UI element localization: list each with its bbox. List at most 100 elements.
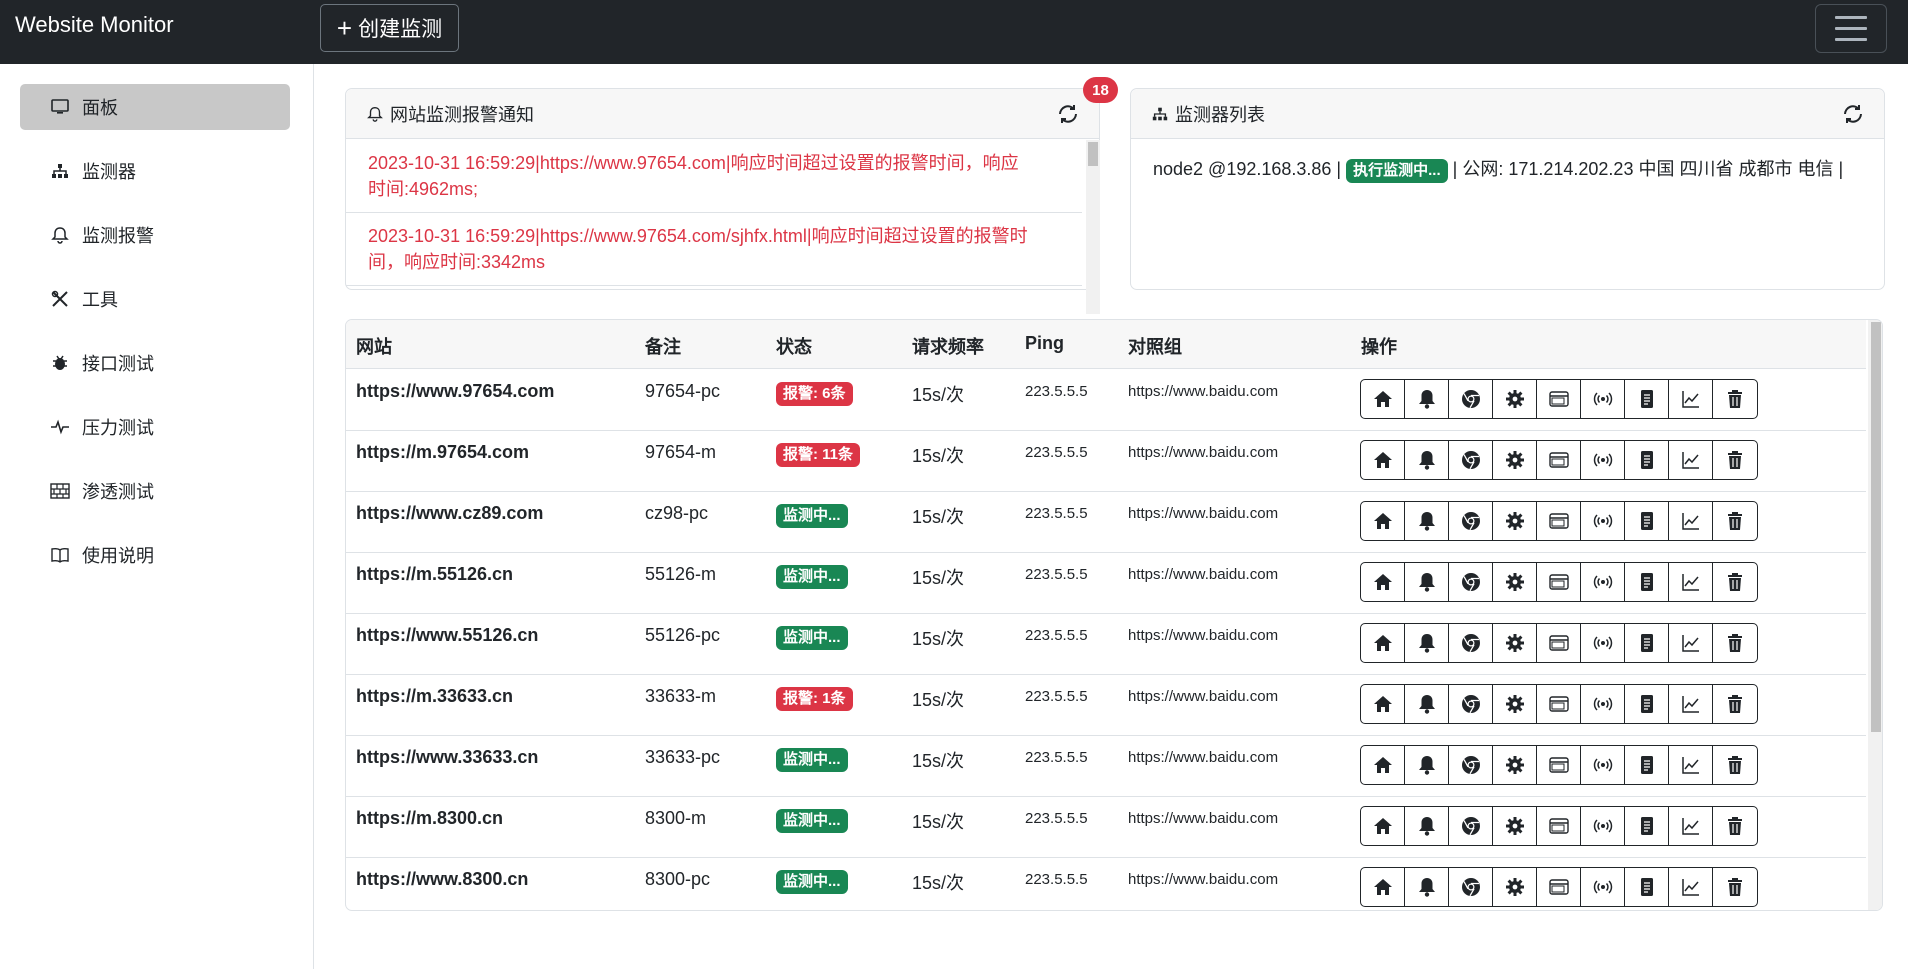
bell-action-button[interactable] <box>1405 807 1449 845</box>
site-url[interactable]: https://www.97654.com <box>356 381 554 402</box>
gear-action-button[interactable] <box>1493 502 1537 540</box>
graph-action-button[interactable] <box>1669 563 1713 601</box>
broadcast-action-button[interactable] <box>1581 685 1625 723</box>
gear-action-button[interactable] <box>1493 685 1537 723</box>
trash-action-button[interactable] <box>1713 807 1757 845</box>
site-url[interactable]: https://m.55126.cn <box>356 564 513 585</box>
site-url[interactable]: https://www.33633.cn <box>356 747 538 768</box>
gear-action-button[interactable] <box>1493 868 1537 906</box>
alerts-scrollbar-thumb[interactable] <box>1088 142 1098 166</box>
site-url[interactable]: https://m.33633.cn <box>356 686 513 707</box>
alerts-refresh-icon[interactable] <box>1056 102 1080 126</box>
monitors-refresh-icon[interactable] <box>1841 102 1865 126</box>
sidebar-item-api-test[interactable]: 接口测试 <box>20 340 290 386</box>
alert-item[interactable]: 2023-10-31 16:59:29|https://www.97654.co… <box>346 140 1082 213</box>
window-action-button[interactable] <box>1537 685 1581 723</box>
chrome-action-button[interactable] <box>1449 868 1493 906</box>
chrome-action-button[interactable] <box>1449 685 1493 723</box>
bell-action-button[interactable] <box>1405 380 1449 418</box>
bell-action-button[interactable] <box>1405 746 1449 784</box>
document-action-button[interactable] <box>1625 563 1669 601</box>
home-action-button[interactable] <box>1361 685 1405 723</box>
document-action-button[interactable] <box>1625 441 1669 479</box>
chrome-action-button[interactable] <box>1449 380 1493 418</box>
brand-title[interactable]: Website Monitor <box>15 12 174 38</box>
chrome-action-button[interactable] <box>1449 807 1493 845</box>
home-action-button[interactable] <box>1361 380 1405 418</box>
home-action-button[interactable] <box>1361 807 1405 845</box>
trash-action-button[interactable] <box>1713 868 1757 906</box>
trash-action-button[interactable] <box>1713 624 1757 662</box>
window-action-button[interactable] <box>1537 380 1581 418</box>
chrome-action-button[interactable] <box>1449 746 1493 784</box>
bell-action-button[interactable] <box>1405 868 1449 906</box>
broadcast-action-button[interactable] <box>1581 380 1625 418</box>
site-url[interactable]: https://m.8300.cn <box>356 808 503 829</box>
home-action-button[interactable] <box>1361 868 1405 906</box>
home-action-button[interactable] <box>1361 746 1405 784</box>
window-action-button[interactable] <box>1537 807 1581 845</box>
menu-toggle-button[interactable] <box>1815 4 1887 53</box>
trash-action-button[interactable] <box>1713 380 1757 418</box>
home-action-button[interactable] <box>1361 624 1405 662</box>
site-url[interactable]: https://www.8300.cn <box>356 869 528 890</box>
document-action-button[interactable] <box>1625 685 1669 723</box>
document-action-button[interactable] <box>1625 868 1669 906</box>
sidebar-item-monitors[interactable]: 监测器 <box>20 148 290 194</box>
home-action-button[interactable] <box>1361 502 1405 540</box>
window-action-button[interactable] <box>1537 563 1581 601</box>
broadcast-action-button[interactable] <box>1581 868 1625 906</box>
document-action-button[interactable] <box>1625 807 1669 845</box>
home-action-button[interactable] <box>1361 563 1405 601</box>
window-action-button[interactable] <box>1537 502 1581 540</box>
home-action-button[interactable] <box>1361 441 1405 479</box>
broadcast-action-button[interactable] <box>1581 807 1625 845</box>
graph-action-button[interactable] <box>1669 868 1713 906</box>
gear-action-button[interactable] <box>1493 380 1537 418</box>
sidebar-item-docs[interactable]: 使用说明 <box>20 532 290 578</box>
gear-action-button[interactable] <box>1493 807 1537 845</box>
sidebar-item-pentest[interactable]: 渗透测试 <box>20 468 290 514</box>
site-url[interactable]: https://www.cz89.com <box>356 503 543 524</box>
site-url[interactable]: https://m.97654.com <box>356 442 529 463</box>
trash-action-button[interactable] <box>1713 563 1757 601</box>
bell-action-button[interactable] <box>1405 441 1449 479</box>
sidebar-item-dashboard[interactable]: 面板 <box>20 84 290 130</box>
broadcast-action-button[interactable] <box>1581 624 1625 662</box>
bell-action-button[interactable] <box>1405 685 1449 723</box>
sidebar-item-stress-test[interactable]: 压力测试 <box>20 404 290 450</box>
graph-action-button[interactable] <box>1669 685 1713 723</box>
chrome-action-button[interactable] <box>1449 563 1493 601</box>
document-action-button[interactable] <box>1625 502 1669 540</box>
chrome-action-button[interactable] <box>1449 624 1493 662</box>
sidebar-item-alerts[interactable]: 监测报警 <box>20 212 290 258</box>
window-action-button[interactable] <box>1537 624 1581 662</box>
site-url[interactable]: https://www.55126.cn <box>356 625 538 646</box>
bell-action-button[interactable] <box>1405 563 1449 601</box>
alerts-scrollbar[interactable] <box>1086 140 1100 314</box>
table-scrollbar-thumb[interactable] <box>1871 322 1881 732</box>
broadcast-action-button[interactable] <box>1581 746 1625 784</box>
graph-action-button[interactable] <box>1669 746 1713 784</box>
trash-action-button[interactable] <box>1713 502 1757 540</box>
broadcast-action-button[interactable] <box>1581 502 1625 540</box>
bell-action-button[interactable] <box>1405 502 1449 540</box>
create-monitor-button[interactable]: + 创建监测 <box>320 4 459 52</box>
document-action-button[interactable] <box>1625 746 1669 784</box>
sidebar-item-tools[interactable]: 工具 <box>20 276 290 322</box>
broadcast-action-button[interactable] <box>1581 563 1625 601</box>
gear-action-button[interactable] <box>1493 746 1537 784</box>
window-action-button[interactable] <box>1537 441 1581 479</box>
graph-action-button[interactable] <box>1669 807 1713 845</box>
bell-action-button[interactable] <box>1405 624 1449 662</box>
graph-action-button[interactable] <box>1669 502 1713 540</box>
gear-action-button[interactable] <box>1493 624 1537 662</box>
chrome-action-button[interactable] <box>1449 502 1493 540</box>
gear-action-button[interactable] <box>1493 441 1537 479</box>
document-action-button[interactable] <box>1625 624 1669 662</box>
trash-action-button[interactable] <box>1713 746 1757 784</box>
chrome-action-button[interactable] <box>1449 441 1493 479</box>
gear-action-button[interactable] <box>1493 563 1537 601</box>
document-action-button[interactable] <box>1625 380 1669 418</box>
broadcast-action-button[interactable] <box>1581 441 1625 479</box>
